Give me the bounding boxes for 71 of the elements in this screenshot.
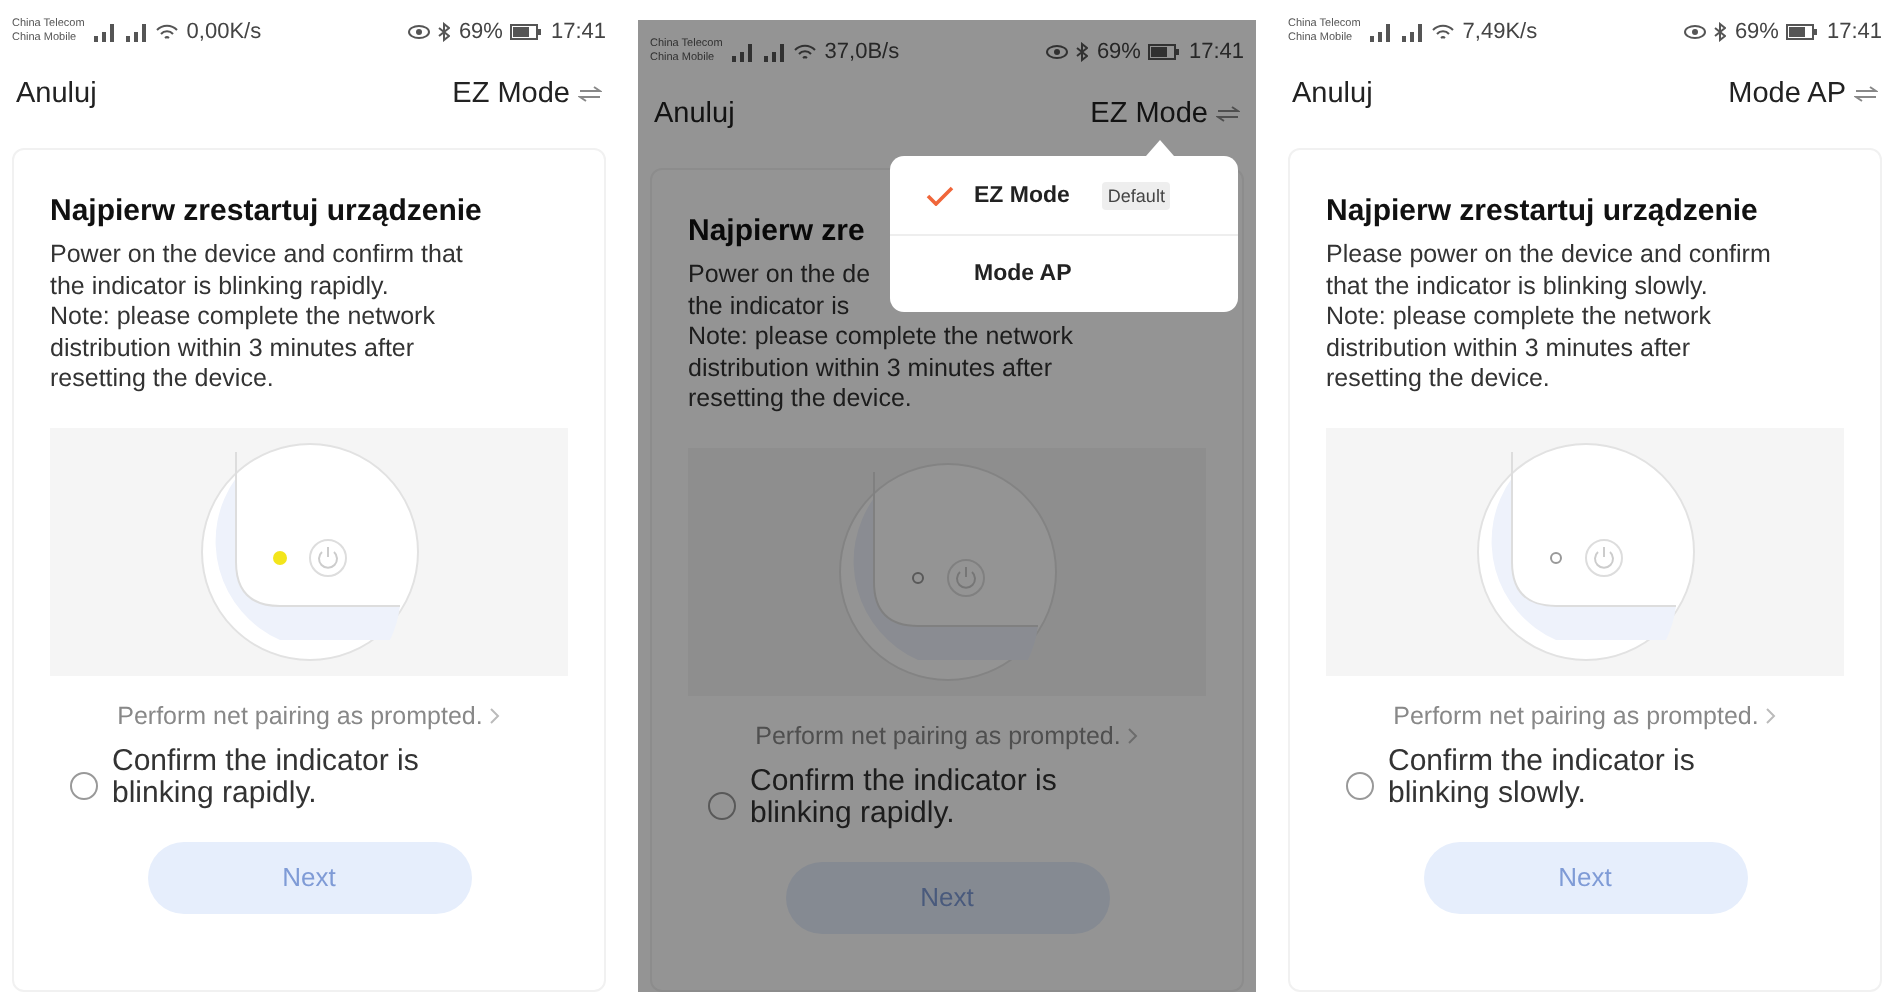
default-tag: Default — [1101, 181, 1171, 209]
instruction-line: Please power on the device and confirm — [1326, 240, 1771, 271]
signal-icon — [1400, 23, 1425, 41]
eye-icon — [1684, 24, 1707, 40]
swap-icon — [578, 86, 602, 102]
confirm-label: Confirm the indicator is blinking rapidly. — [750, 765, 1059, 829]
signal-icon — [92, 23, 117, 41]
clock-time: 17:41 — [1188, 40, 1244, 64]
confirm-radio[interactable] — [708, 791, 736, 819]
instruction-line: Note: please complete the network — [50, 302, 435, 333]
chevron-right-icon — [490, 707, 501, 723]
mode-switch-button[interactable]: EZ Mode — [452, 78, 602, 110]
clock-time: 17:41 — [1826, 20, 1882, 44]
confirm-radio[interactable] — [1346, 771, 1374, 799]
page-title: Najpierw zre — [688, 214, 867, 248]
mode-label: EZ Mode — [974, 183, 1070, 207]
wifi-icon — [156, 23, 179, 41]
instruction-line: Note: please complete the network — [1326, 302, 1711, 333]
mode-switch-button[interactable]: Mode AP — [1728, 78, 1878, 110]
battery-icon — [510, 24, 543, 40]
bluetooth-icon — [438, 22, 451, 42]
network-speed: 7,49K/s — [1462, 20, 1538, 44]
bluetooth-icon — [1714, 22, 1727, 42]
bluetooth-icon — [1076, 42, 1089, 62]
pairing-help-link[interactable]: Perform net pairing as prompted. — [117, 701, 483, 729]
wifi-icon — [794, 43, 817, 61]
check-icon — [926, 185, 954, 205]
chevron-right-icon — [1128, 727, 1139, 743]
instruction-line: distribution within 3 minutes after — [688, 353, 1053, 384]
eye-icon — [408, 24, 431, 40]
instruction-line: Power on the device and confirm that — [50, 240, 463, 271]
network-speed: 37,0B/s — [824, 40, 900, 64]
cancel-link[interactable]: Anuluj — [16, 78, 97, 110]
page-title: Najpierw zrestartuj urządzenie — [1326, 194, 1760, 228]
instruction-line: resetting the device. — [1326, 364, 1550, 395]
swap-icon — [1854, 86, 1878, 102]
clock-time: 17:41 — [550, 20, 606, 44]
battery-percent: 69% — [458, 20, 503, 44]
battery-percent: 69% — [1734, 20, 1779, 44]
mode-menu-item[interactable]: Mode AP — [890, 234, 1238, 312]
page-title: Najpierw zrestartuj urządzenie — [50, 194, 484, 228]
mode-label: Mode AP — [974, 262, 1072, 286]
signal-icon — [1368, 23, 1393, 41]
swap-icon — [1216, 106, 1240, 122]
battery-percent: 69% — [1096, 40, 1141, 64]
confirm-label: Confirm the indicator is blinking rapidly. — [112, 745, 421, 809]
instruction-line: Note: please complete the network — [688, 322, 1073, 353]
chevron-right-icon — [1766, 707, 1777, 723]
battery-icon — [1786, 24, 1819, 40]
instruction-line: resetting the device. — [50, 364, 274, 395]
confirm-label: Confirm the indicator is blinking slowly. — [1388, 745, 1697, 809]
battery-icon — [1148, 44, 1181, 60]
network-speed: 0,00K/s — [186, 20, 262, 44]
confirm-radio[interactable] — [70, 771, 98, 799]
instruction-line: Power on the de — [688, 260, 871, 291]
instruction-line: distribution within 3 minutes after — [1326, 333, 1691, 364]
mode-menu-item[interactable]: EZ Mode Default — [890, 156, 1238, 234]
cancel-link[interactable]: Anuluj — [654, 98, 735, 130]
instruction-line: the indicator is blinking rapidly. — [50, 271, 389, 302]
pairing-help-link[interactable]: Perform net pairing as prompted. — [1393, 701, 1759, 729]
mode-switch-button[interactable]: EZ Mode — [1090, 98, 1240, 130]
signal-icon — [762, 43, 787, 61]
signal-icon — [124, 23, 149, 41]
instruction-line: distribution within 3 minutes after — [50, 333, 415, 364]
cancel-link[interactable]: Anuluj — [1292, 78, 1373, 110]
signal-icon — [730, 43, 755, 61]
instruction-line: that the indicator is blinking slowly. — [1326, 271, 1708, 302]
instruction-line: the indicator is — [688, 291, 850, 322]
instruction-line: resetting the device. — [688, 384, 912, 415]
wifi-icon — [1432, 23, 1455, 41]
eye-icon — [1046, 44, 1069, 60]
